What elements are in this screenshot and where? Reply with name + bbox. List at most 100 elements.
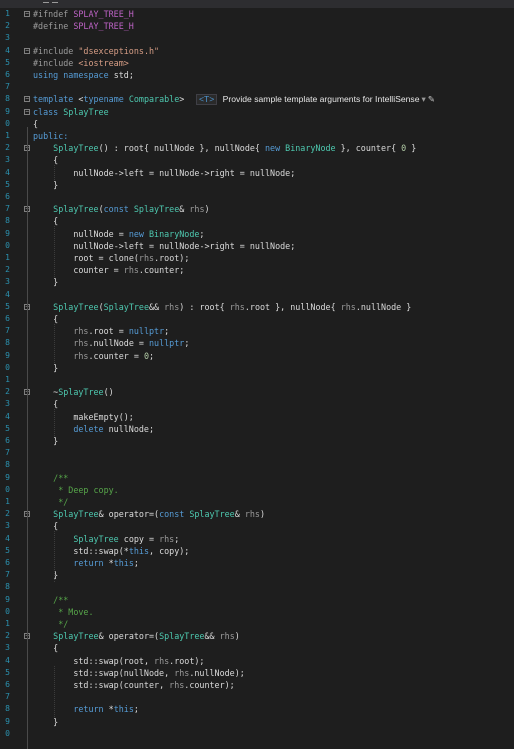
code-token: <iostream> bbox=[78, 57, 129, 68]
code-line[interactable]: 3 } bbox=[0, 276, 514, 288]
code-line[interactable]: 9 nullNode = new BinaryNode; bbox=[0, 228, 514, 240]
code-line[interactable]: 9 rhs.counter = 0; bbox=[0, 350, 514, 362]
code-line[interactable]: 6 std::swap(counter, rhs.counter); bbox=[0, 679, 514, 691]
intellisense-template-hint[interactable]: <T> Provide sample template arguments fo… bbox=[196, 93, 435, 106]
code-line[interactable]: 0 * Deep copy. bbox=[0, 484, 514, 496]
code-line[interactable]: 7 bbox=[0, 447, 514, 459]
hint-text: Provide sample template arguments for In… bbox=[220, 94, 420, 105]
code-token: std::swap( bbox=[33, 655, 124, 666]
code-line[interactable]: 4 bbox=[0, 289, 514, 301]
code-line[interactable]: 2− ~SplayTree() bbox=[0, 386, 514, 398]
code-line[interactable]: 8 rhs.nullNode = nullptr; bbox=[0, 337, 514, 349]
code-line[interactable]: 5− SplayTree(SplayTree&& rhs) : root{ rh… bbox=[0, 301, 514, 313]
code-line[interactable]: 5 } bbox=[0, 179, 514, 191]
code-editor[interactable]: 1− #ifndef SPLAY_TREE_H 2 #define SPLAY_TRE… bbox=[0, 8, 514, 749]
pencil-icon[interactable]: ✎ bbox=[428, 94, 435, 104]
code-token: public: bbox=[33, 131, 69, 141]
code-line[interactable]: 6 } bbox=[0, 435, 514, 447]
code-line[interactable]: 7 } bbox=[0, 569, 514, 581]
code-line[interactable]: 8 { bbox=[0, 215, 514, 227]
code-line[interactable]: 1 bbox=[0, 374, 514, 386]
code-line[interactable]: 3 { bbox=[0, 642, 514, 654]
code-token: { bbox=[33, 399, 59, 410]
code-line[interactable]: 6 bbox=[0, 191, 514, 203]
line-number: 8 bbox=[5, 216, 10, 226]
fold-toggle-icon[interactable]: − bbox=[24, 47, 30, 54]
code-token: nullptr bbox=[149, 338, 185, 349]
fold-toggle-icon[interactable]: − bbox=[24, 108, 30, 115]
fold-toggle-icon[interactable]: − bbox=[24, 11, 30, 17]
code-token: SplayTree bbox=[103, 301, 149, 312]
code-line[interactable]: 6 return *this; bbox=[0, 557, 514, 569]
code-line[interactable]: 4 nullNode->left = nullNode->right = nul… bbox=[0, 167, 514, 179]
code-line[interactable]: 0 nullNode->left = nullNode->right = nul… bbox=[0, 240, 514, 252]
code-line[interactable]: 2− SplayTree& operator=(const SplayTree&… bbox=[0, 508, 514, 520]
code-token: } bbox=[406, 143, 417, 154]
chevron-down-icon[interactable]: ▾ bbox=[422, 94, 426, 104]
code-line[interactable]: 0 } bbox=[0, 362, 514, 374]
code-line[interactable]: 7− SplayTree(const SplayTree& rhs) bbox=[0, 203, 514, 215]
code-line[interactable]: 2 counter = rhs.counter; bbox=[0, 264, 514, 276]
code-token: std::swap(* bbox=[33, 545, 129, 556]
code-line[interactable]: 2− SplayTree() : root{ nullNode }, nullN… bbox=[0, 142, 514, 154]
code-token: = bbox=[234, 240, 250, 251]
code-line[interactable]: 5 #include <iostream> bbox=[0, 57, 514, 69]
code-token: SplayTree bbox=[189, 509, 235, 520]
code-line[interactable]: 0 * Move. bbox=[0, 606, 514, 618]
code-line[interactable]: 4 std::swap(root, rhs.root); bbox=[0, 655, 514, 667]
code-token: root bbox=[199, 301, 220, 312]
code-line[interactable]: 5 std::swap(*this, copy); bbox=[0, 545, 514, 557]
code-line[interactable]: 9 /** bbox=[0, 472, 514, 484]
code-token: rhs bbox=[174, 667, 190, 678]
line-number: 0 bbox=[5, 606, 10, 616]
code-line[interactable]: 5 std::swap(nullNode, rhs.nullNode); bbox=[0, 667, 514, 679]
code-line[interactable]: 1 − #ifndef SPLAY_TREE_H bbox=[0, 8, 514, 20]
code-line[interactable]: 0{ bbox=[0, 118, 514, 130]
code-line[interactable]: 6 { bbox=[0, 313, 514, 325]
code-token: #define bbox=[33, 21, 74, 32]
line-number: 8 bbox=[5, 460, 10, 470]
code-line[interactable]: 8 − template <typename Comparable> <T> Prov… bbox=[0, 93, 514, 106]
code-line[interactable]: 7 rhs.root = nullptr; bbox=[0, 325, 514, 337]
code-line[interactable]: 8 bbox=[0, 459, 514, 471]
line-number: 6 bbox=[5, 192, 10, 201]
code-token: BinaryNode bbox=[149, 228, 200, 239]
code-line[interactable]: 1 */ bbox=[0, 496, 514, 508]
code-line[interactable]: 3 { bbox=[0, 398, 514, 410]
window-top-bar bbox=[0, 0, 514, 8]
code-token: SplayTree bbox=[53, 631, 99, 642]
code-token: { bbox=[391, 143, 402, 154]
code-line[interactable]: 3 { bbox=[0, 154, 514, 166]
code-line[interactable]: 2− SplayTree& operator=(SplayTree&& rhs) bbox=[0, 630, 514, 642]
code-line[interactable]: 7 bbox=[0, 81, 514, 93]
code-line[interactable]: 4 SplayTree copy = rhs; bbox=[0, 533, 514, 545]
fold-toggle-icon[interactable]: − bbox=[24, 96, 30, 103]
code-line[interactable]: 1 root = clone(rhs.root); bbox=[0, 252, 514, 264]
code-line[interactable]: 4 makeEmpty(); bbox=[0, 411, 514, 423]
code-text: std::swap(root, rhs.root); bbox=[33, 655, 204, 667]
code-line[interactable]: 8 return *this; bbox=[0, 703, 514, 715]
code-line[interactable]: 7 bbox=[0, 691, 514, 703]
code-line[interactable]: 9 /** bbox=[0, 594, 514, 606]
code-line[interactable]: 3 bbox=[0, 32, 514, 44]
code-line[interactable]: 9 − class SplayTree bbox=[0, 106, 514, 118]
code-line[interactable]: 4 − #include "dsexceptions.h" bbox=[0, 45, 514, 57]
code-token: } bbox=[33, 436, 59, 446]
code-token: SplayTree bbox=[53, 204, 99, 215]
code-line[interactable]: 6 using namespace std; bbox=[0, 69, 514, 81]
code-line[interactable]: 3 { bbox=[0, 520, 514, 532]
code-line[interactable]: 0 bbox=[0, 728, 514, 740]
code-token: { bbox=[33, 521, 59, 532]
code-line[interactable]: 1 */ bbox=[0, 618, 514, 630]
code-line[interactable]: 5 delete nullNode; bbox=[0, 423, 514, 435]
code-line[interactable]: 9 } bbox=[0, 716, 514, 728]
code-line[interactable]: 1 public: bbox=[0, 130, 514, 142]
code-line[interactable]: 2 #define SPLAY_TREE_H bbox=[0, 20, 514, 32]
code-line[interactable]: 8 bbox=[0, 581, 514, 593]
code-token: this bbox=[113, 704, 134, 715]
